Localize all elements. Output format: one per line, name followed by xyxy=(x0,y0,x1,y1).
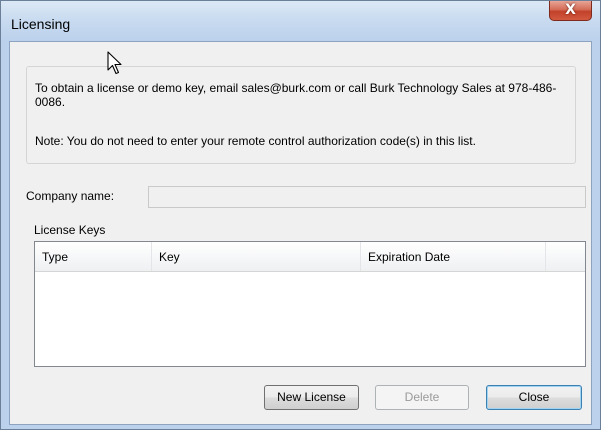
close-button[interactable]: Close xyxy=(486,385,582,410)
column-header-expiration-date[interactable]: Expiration Date xyxy=(361,242,546,271)
info-note-text: Note: You do not need to enter your remo… xyxy=(35,134,476,148)
window-close-button[interactable]: X xyxy=(549,1,592,21)
license-keys-label: License Keys xyxy=(34,223,106,237)
company-name-label: Company name: xyxy=(26,189,115,203)
delete-button[interactable]: Delete xyxy=(375,385,469,410)
licensing-dialog: Licensing X To obtain a license or demo … xyxy=(0,0,601,430)
company-name-field[interactable] xyxy=(148,186,586,208)
info-panel: To obtain a license or demo key, email s… xyxy=(26,66,576,164)
window-title: Licensing xyxy=(11,16,71,32)
info-contact-text: To obtain a license or demo key, email s… xyxy=(35,81,557,109)
column-header-key[interactable]: Key xyxy=(152,242,361,271)
column-header-filler xyxy=(546,242,585,271)
column-header-type[interactable]: Type xyxy=(35,242,152,271)
license-keys-list[interactable]: Type Key Expiration Date xyxy=(34,241,586,367)
arrow-cursor-icon xyxy=(107,51,122,75)
list-header: Type Key Expiration Date xyxy=(35,242,585,272)
dialog-content: To obtain a license or demo key, email s… xyxy=(9,41,592,425)
new-license-button[interactable]: New License xyxy=(264,385,359,410)
close-icon: X xyxy=(565,2,576,18)
title-bar[interactable]: Licensing X xyxy=(1,1,600,41)
